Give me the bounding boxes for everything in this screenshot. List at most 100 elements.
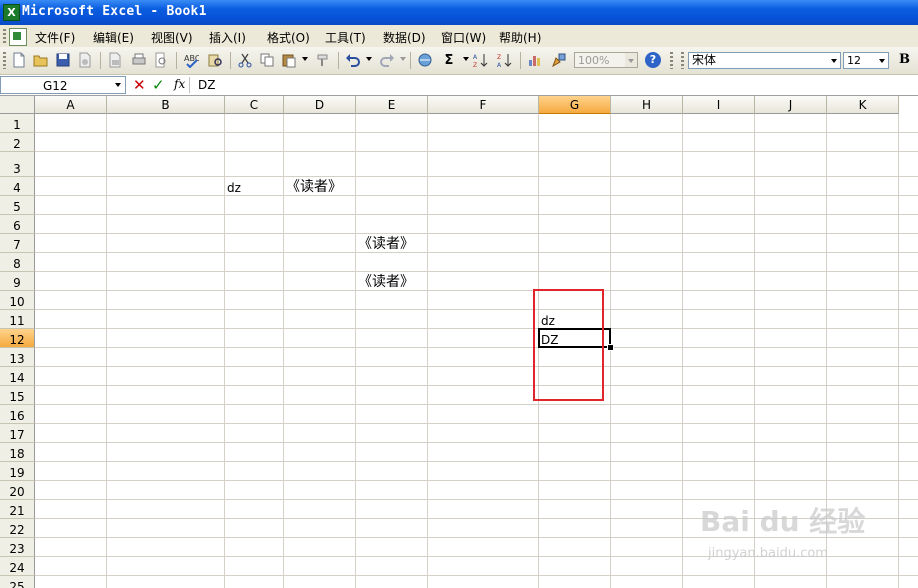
name-box[interactable]: G12 — [0, 76, 126, 94]
cancel-icon[interactable]: ✕ — [133, 76, 146, 94]
menu-bar: 文件(F) 编辑(E) 视图(V) 插入(I) 格式(O) 工具(T) 数据(D… — [0, 25, 918, 47]
row-header-23[interactable]: 23 — [0, 538, 35, 557]
drawing-icon[interactable] — [550, 51, 568, 69]
row-header-5[interactable]: 5 — [0, 196, 35, 215]
row-header-8[interactable]: 8 — [0, 253, 35, 272]
print-preview-icon[interactable] — [152, 51, 170, 69]
cell-e9[interactable]: 《读者》 — [358, 274, 414, 290]
toolbar-options-handle[interactable] — [670, 52, 673, 69]
row-header-24[interactable]: 24 — [0, 557, 35, 576]
row-header-21[interactable]: 21 — [0, 500, 35, 519]
paste-icon[interactable] — [280, 51, 298, 69]
column-header-k[interactable]: K — [827, 96, 899, 114]
zoom-select[interactable]: 100% — [574, 52, 638, 68]
column-header-f[interactable]: F — [428, 96, 539, 114]
new-icon[interactable] — [10, 51, 28, 69]
row-header-4[interactable]: 4 — [0, 177, 35, 196]
formatting-toolbar-grip[interactable] — [681, 52, 684, 69]
row-header-6[interactable]: 6 — [0, 215, 35, 234]
redo-dropdown-arrow[interactable] — [400, 57, 406, 61]
fill-handle[interactable] — [607, 344, 614, 351]
autosum-dropdown-arrow[interactable] — [463, 57, 469, 61]
hyperlink-icon[interactable] — [416, 51, 434, 69]
menu-view[interactable]: 视图(V) — [151, 29, 193, 46]
row-gridline — [35, 195, 918, 196]
row-header-17[interactable]: 17 — [0, 424, 35, 443]
workbook-icon[interactable] — [9, 28, 27, 46]
toolbar-grip[interactable] — [3, 52, 6, 69]
sort-ascending-icon[interactable]: AZ — [472, 51, 490, 69]
row-header-3[interactable]: 3 — [0, 152, 35, 177]
row-header-20[interactable]: 20 — [0, 481, 35, 500]
email-icon[interactable] — [106, 51, 124, 69]
row-header-19[interactable]: 19 — [0, 462, 35, 481]
research-icon[interactable] — [206, 51, 224, 69]
row-header-1[interactable]: 1 — [0, 114, 35, 133]
row-header-15[interactable]: 15 — [0, 386, 35, 405]
font-size-select[interactable]: 12 — [843, 52, 889, 69]
row-header-9[interactable]: 9 — [0, 272, 35, 291]
undo-icon[interactable] — [344, 51, 362, 69]
row-header-11[interactable]: 11 — [0, 310, 35, 329]
row-header-18[interactable]: 18 — [0, 443, 35, 462]
row-header-2[interactable]: 2 — [0, 133, 35, 152]
menu-window[interactable]: 窗口(W) — [441, 29, 486, 46]
font-name-select[interactable]: 宋体 — [688, 52, 841, 69]
column-header-i[interactable]: I — [683, 96, 755, 114]
row-gridline — [35, 575, 918, 576]
column-header-d[interactable]: D — [284, 96, 356, 114]
cell-e7[interactable]: 《读者》 — [358, 236, 414, 252]
row-header-22[interactable]: 22 — [0, 519, 35, 538]
menu-help[interactable]: 帮助(H) — [499, 29, 541, 46]
menu-tools[interactable]: 工具(T) — [325, 29, 366, 46]
row-header-25[interactable]: 25 — [0, 576, 35, 588]
name-box-dropdown-arrow[interactable] — [111, 77, 125, 93]
spelling-icon[interactable]: ABC — [182, 51, 200, 69]
bold-button[interactable]: B — [899, 52, 910, 67]
redo-icon[interactable] — [378, 51, 396, 69]
zoom-dropdown-arrow[interactable] — [625, 53, 637, 67]
menu-data[interactable]: 数据(D) — [383, 29, 426, 46]
column-header-e[interactable]: E — [356, 96, 428, 114]
column-header-c[interactable]: C — [225, 96, 284, 114]
row-header-16[interactable]: 16 — [0, 405, 35, 424]
cell-d4[interactable]: 《读者》 — [286, 179, 342, 195]
enter-icon[interactable]: ✓ — [152, 76, 165, 94]
row-header-10[interactable]: 10 — [0, 291, 35, 310]
row-header-7[interactable]: 7 — [0, 234, 35, 253]
open-icon[interactable] — [32, 51, 50, 69]
paste-dropdown-arrow[interactable] — [302, 57, 308, 61]
chart-wizard-icon[interactable] — [526, 51, 544, 69]
column-header-b[interactable]: B — [107, 96, 225, 114]
column-header-j[interactable]: J — [755, 96, 827, 114]
copy-icon[interactable] — [258, 51, 276, 69]
menu-grip-handle[interactable] — [3, 29, 6, 43]
sort-descending-icon[interactable]: ZA — [496, 51, 514, 69]
column-header-a[interactable]: A — [35, 96, 107, 114]
menu-insert[interactable]: 插入(I) — [209, 29, 246, 46]
standard-toolbar: ABC Σ AZ ZA 100% ? 宋体 12 B — [0, 47, 918, 75]
row-header-13[interactable]: 13 — [0, 348, 35, 367]
menu-format[interactable]: 格式(O) — [267, 29, 310, 46]
autosum-icon[interactable]: Σ — [440, 51, 458, 69]
format-painter-icon[interactable] — [314, 51, 332, 69]
undo-dropdown-arrow[interactable] — [366, 57, 372, 61]
permission-icon[interactable] — [76, 51, 94, 69]
menu-file[interactable]: 文件(F) — [35, 29, 75, 46]
insert-function-icon[interactable]: fx — [174, 77, 185, 91]
excel-icon[interactable]: X — [3, 4, 20, 21]
row-header-12[interactable]: 12 — [0, 329, 35, 348]
row-header-14[interactable]: 14 — [0, 367, 35, 386]
select-all-corner[interactable] — [0, 96, 35, 114]
column-header-h[interactable]: H — [611, 96, 683, 114]
menu-edit[interactable]: 编辑(E) — [93, 29, 134, 46]
cut-icon[interactable] — [236, 51, 254, 69]
font-size-dropdown-arrow[interactable] — [877, 53, 888, 68]
cell-c4[interactable]: dz — [227, 181, 241, 195]
print-icon[interactable] — [130, 51, 148, 69]
formula-input[interactable]: DZ — [198, 78, 215, 92]
column-header-g[interactable]: G — [539, 96, 611, 114]
save-icon[interactable] — [54, 51, 72, 69]
help-icon[interactable]: ? — [645, 52, 661, 68]
font-name-dropdown-arrow[interactable] — [829, 53, 840, 68]
